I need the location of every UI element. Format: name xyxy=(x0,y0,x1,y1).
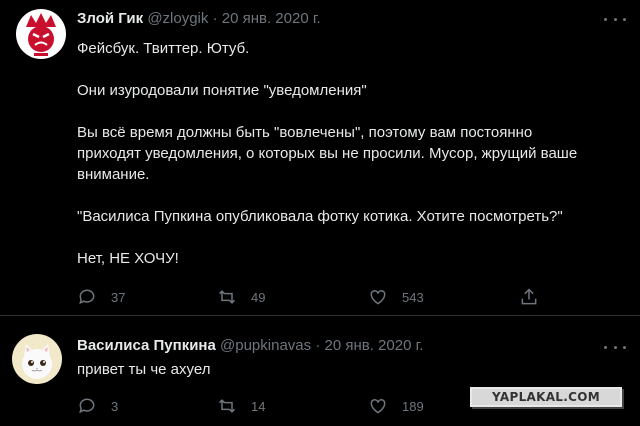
tweet-actions: 37 49 543 xyxy=(77,286,557,308)
retweet-count: 14 xyxy=(251,398,266,414)
retweet-button[interactable]: 14 xyxy=(217,395,265,417)
author-name[interactable]: Злой Гик xyxy=(77,10,143,27)
more-options-icon[interactable] xyxy=(604,14,626,24)
reply-count: 3 xyxy=(111,398,119,414)
watermark-badge: YAPLAKAL.COM xyxy=(470,387,622,407)
reply-button[interactable]: 37 xyxy=(77,286,125,308)
share-icon xyxy=(521,288,537,305)
avatar[interactable] xyxy=(12,334,62,384)
author-handle[interactable]: @zloygik xyxy=(147,10,208,27)
tweet-header: Злой Гик @zloygik · 20 янв. 2020 г. xyxy=(77,10,321,27)
retweet-icon xyxy=(218,290,236,304)
like-count: 189 xyxy=(402,398,424,414)
tweet-text: Фейсбук. Твиттер. Ютуб. Они изуродовали … xyxy=(77,38,622,269)
tweet-line: Вы всё время должны быть "вовлечены", по… xyxy=(77,124,533,141)
author-name[interactable]: Василиса Пупкина xyxy=(77,337,216,354)
more-options-icon[interactable] xyxy=(604,342,626,352)
separator: · xyxy=(315,337,321,354)
tweet-line: Они изуродовали понятие "уведомления" xyxy=(77,82,367,99)
tweet-line: привет ты че ахуел xyxy=(77,361,211,378)
heart-icon xyxy=(370,398,386,414)
tweet-line: Фейсбук. Твиттер. Ютуб. xyxy=(77,40,250,57)
share-button[interactable] xyxy=(519,286,553,308)
tweet-date[interactable]: 20 янв. 2020 г. xyxy=(324,337,423,354)
reply-count: 37 xyxy=(111,289,126,305)
retweet-icon xyxy=(218,399,236,413)
retweet-count: 49 xyxy=(251,289,266,305)
tweet-line: "Василиса Пупкина опубликовала фотку кот… xyxy=(77,208,563,225)
tweet-line: внимание. xyxy=(77,166,150,183)
angry-crown-avatar-icon xyxy=(16,9,66,59)
tweet-date[interactable]: 20 янв. 2020 г. xyxy=(222,10,321,27)
tweet-text: привет ты че ахуел xyxy=(77,359,622,380)
cat-avatar-icon xyxy=(12,334,62,384)
retweet-button[interactable]: 49 xyxy=(217,286,265,308)
tweet[interactable]: Злой Гик @zloygik · 20 янв. 2020 г. Фейс… xyxy=(0,0,640,316)
tweet-line: приходят уведомления, о которых вы не пр… xyxy=(77,145,578,162)
avatar[interactable] xyxy=(16,9,66,59)
separator: · xyxy=(212,10,218,27)
reply-button[interactable]: 3 xyxy=(77,395,118,417)
reply-icon xyxy=(79,398,95,414)
like-count: 543 xyxy=(402,289,424,305)
like-button[interactable]: 543 xyxy=(368,286,424,308)
like-button[interactable]: 189 xyxy=(368,395,424,417)
tweet-header: Василиса Пупкина @pupkinavas · 20 янв. 2… xyxy=(77,337,423,354)
tweet-line: Нет, НЕ ХОЧУ! xyxy=(77,250,179,267)
author-handle[interactable]: @pupkinavas xyxy=(220,337,311,354)
tweet[interactable]: Василиса Пупкина @pupkinavas · 20 янв. 2… xyxy=(0,316,640,426)
heart-icon xyxy=(370,289,386,305)
reply-icon xyxy=(79,289,95,305)
